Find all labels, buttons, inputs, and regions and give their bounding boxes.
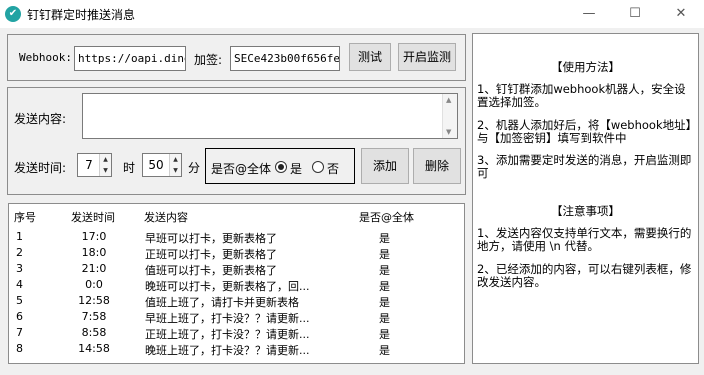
row-number: 6 [16,310,23,323]
row-time: 17:0 [81,230,107,243]
table-row[interactable]: 1 17:0 早班可以打卡，更新表格了 是 [9,228,464,245]
time-label: 发送时间: [14,161,67,175]
at-all-no-label: 否 [327,162,340,176]
maximize-button[interactable]: ☐ [612,0,658,28]
table-row[interactable]: 4 0:0 晚班可以打卡，更新表格了，回... 是 [9,276,464,293]
usage-step-1: 1、钉钉群添加webhook机器人，安全设置选择加签。 [477,82,686,109]
sign-label: 加签: [194,53,223,67]
test-button[interactable]: 测试 [349,43,391,71]
hour-value: 7 [85,158,93,172]
sign-secret-input[interactable]: SECe423b00f656fef0 [230,46,340,71]
minimize-button[interactable]: — [566,0,612,28]
row-time: 12:58 [78,294,110,307]
at-all-yes-label: 是 [290,162,303,176]
row-time: 18:0 [81,246,107,259]
table-row[interactable]: 8 14:58 晚班上班了，打卡没？？请更新... 是 [9,340,464,357]
at-all-label: 是否@全体 [211,162,272,176]
content-label: 发送内容: [14,112,67,126]
close-button[interactable]: ✕ [658,0,704,28]
table-row[interactable]: 6 7:58 早班上班了，打卡没？？请更新... 是 [9,308,464,325]
row-number: 7 [16,326,23,339]
row-time: 21:0 [81,262,107,275]
scroll-up-icon[interactable]: ▲ [446,96,451,104]
table-row[interactable]: 2 18:0 正班可以打卡，更新表格了 是 [9,244,464,261]
row-at-all: 是 [379,344,390,357]
row-number: 3 [16,262,23,275]
usage-step-2: 2、机器人添加好后，将【webhook地址】与【加签密钥】填写到软件中 [477,118,692,145]
notes-item-2: 2、已经添加的内容，可以右键列表框，修改发送内容。 [477,262,692,289]
column-header[interactable]: 是否@全体 [359,209,414,225]
minute-stepper[interactable]: 50 ▲ ▼ [142,153,182,177]
delete-button[interactable]: 删除 [413,148,461,184]
row-number: 8 [16,342,23,355]
column-header[interactable]: 序号 [14,209,36,225]
minute-value: 50 [148,158,164,172]
app-logo-icon: ✔ [5,6,21,22]
message-table[interactable]: 序号 发送时间 发送内容 是否@全体 1 17:0 早班可以打卡，更新表格了 是… [8,203,465,364]
table-row[interactable]: 5 12:58 值班上班了，请打卡并更新表格 是 [9,292,464,309]
row-number: 1 [16,230,23,243]
config-panel: Webhook: https://oapi.dingt 加签: SECe423b… [7,34,466,81]
stepper-arrows-icon[interactable]: ▲ ▼ [169,154,181,176]
table-row[interactable]: 7 8:58 正班上班了，打卡没？？请更新... 是 [9,324,464,341]
webhook-label: Webhook: [19,51,72,64]
column-header[interactable]: 发送时间 [71,209,115,225]
usage-title: 【使用方法】 [551,60,620,74]
notes-title: 【注意事项】 [551,204,620,218]
help-textbox[interactable]: 【使用方法】 1、钉钉群添加webhook机器人，安全设置选择加签。 2、机器人… [472,33,699,364]
scroll-down-icon[interactable]: ▼ [446,128,451,136]
hour-stepper[interactable]: 7 ▲ ▼ [77,153,112,177]
table-row[interactable]: 3 21:0 值班可以打卡，更新表格了 是 [9,260,464,277]
at-all-yes-radio[interactable] [275,161,287,173]
notes-item-1: 1、发送内容仅支持单行文本，需要换行的地方，请使用 \n 代替。 [477,226,692,253]
window-title: 钉钉群定时推送消息 [27,8,136,22]
usage-step-3: 3、添加需要定时发送的消息，开启监测即可 [477,153,692,180]
at-all-no-radio[interactable] [312,161,324,173]
row-number: 5 [16,294,23,307]
row-number: 4 [16,278,23,291]
hour-unit-label: 时 [123,161,136,175]
minute-unit-label: 分 [188,161,201,175]
row-number: 2 [16,246,23,259]
content-input[interactable]: ▲ ▼ [82,93,458,139]
row-time: 8:58 [81,326,107,339]
at-all-group: 是否@全体 是 否 [205,148,355,184]
stepper-arrows-icon[interactable]: ▲ ▼ [99,154,111,176]
table-header: 序号 发送时间 发送内容 是否@全体 [9,204,464,224]
row-time: 0:0 [85,278,103,291]
column-header[interactable]: 发送内容 [144,209,188,225]
content-scrollbar[interactable]: ▲ ▼ [442,94,457,138]
start-monitor-button[interactable]: 开启监测 [398,43,456,71]
row-time: 14:58 [78,342,110,355]
add-button[interactable]: 添加 [361,148,409,184]
row-time: 7:58 [81,310,107,323]
title-bar: ✔ 钉钉群定时推送消息 — ☐ ✕ [0,0,704,28]
compose-panel: 发送内容: ▲ ▼ 发送时间: 7 ▲ ▼ 时 50 ▲ ▼ 分 是否@全体 是 否… [7,87,466,195]
webhook-input[interactable]: https://oapi.dingt [74,46,186,71]
row-content: 晚班上班了，打卡没？？请更新... [145,344,310,357]
